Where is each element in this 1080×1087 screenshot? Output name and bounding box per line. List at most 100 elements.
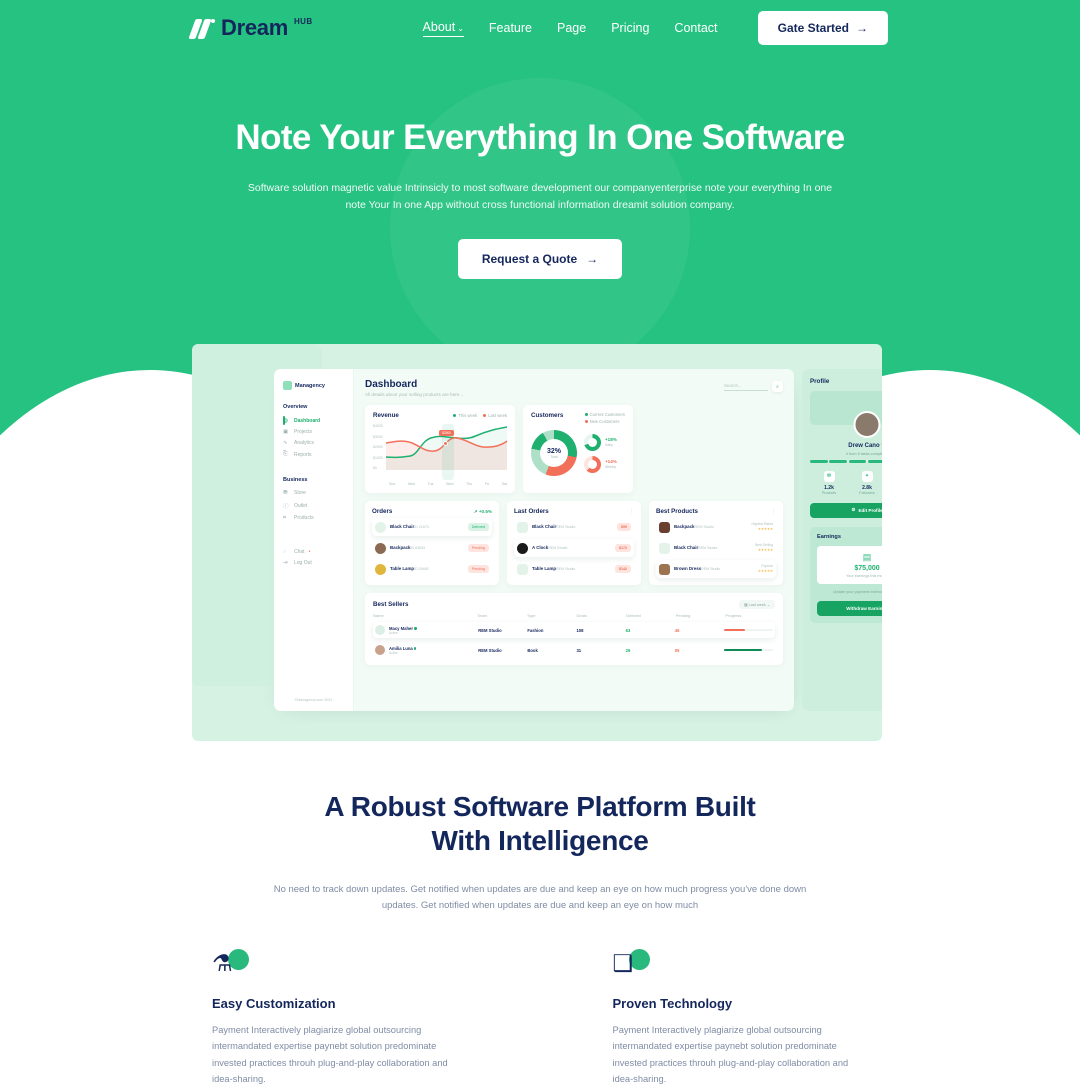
active-dot-icon [413,647,417,650]
sidebar-item-chat[interactable]: ◌ Chat • [283,546,344,557]
col-progress: Progress [725,613,742,618]
managency-logo-icon [283,381,292,390]
feature-card-proven-technology: ❑ Proven Technology Payment Interactivel… [613,949,869,1087]
sidebar-section-overview: Overview [283,404,308,410]
sidebar-item-store[interactable]: ⛃ Store [283,488,344,499]
products-icon: ⌗ [283,514,287,521]
sidebar-label: Dashboard [294,417,321,424]
feature-card-title: Easy Customization [212,996,336,1011]
nav-link-page[interactable]: Page [557,21,586,35]
metrics-row: Revenue This week Last week $4000 $3000 … [365,405,783,493]
col-team: Team [477,613,487,618]
hero-title: Note Your Everything In One Software [235,118,845,157]
chat-icon: ◌ [283,548,287,555]
price-badge: $99 [617,523,631,531]
navbar: Dream HUB About ⌄ Feature Page Pricing Co… [0,0,1080,56]
mini-stat-daily: +18% Daily [584,433,617,451]
sidebar-item-projects[interactable]: ▣ Projects [283,426,344,437]
arrow-right-icon: → [586,251,599,266]
list-item[interactable]: Black ChairREM Studio $99 [514,518,634,536]
donut-value: 32% [546,447,561,455]
list-item[interactable]: BackpackREM Studio Highest Rated ★★★★★ [656,518,776,536]
profile-stats: ⛃ 1.2k Products ✦ 2.8k Followers Ⓟ 55.2k… [810,470,882,495]
sidebar-item-outlet[interactable]: ⓘ Outlet [283,499,344,512]
table-row[interactable]: Macy Maher Active REM Studio Fashion 108… [373,622,775,638]
col-deals: Deals [576,613,587,618]
store-icon: ⛃ [283,490,288,497]
dashboard-showcase: Managency Overview ◎ Dashboard ▣ Project… [192,344,882,741]
search-icon[interactable]: ⌕ [772,381,783,392]
get-started-button[interactable]: Gate Started → [757,11,888,45]
sidebar-label: Store [294,490,306,497]
earnings-amount: $75,000 [854,564,880,572]
list-item[interactable]: Black ChairID 21673 Delivred [372,518,492,536]
avatar [375,542,386,554]
date-filter-dropdown[interactable]: ▦ Last week ⌄ [738,600,775,609]
chart-tooltip: $2900 [439,430,454,436]
revenue-card: Revenue This week Last week $4000 $3000 … [365,405,515,493]
list-item[interactable]: Table LampREM Studio $142 [514,560,634,578]
edit-profile-button[interactable]: ⚙ Edit Profile [810,502,882,518]
table-row[interactable]: Amilia Luna Active REM Studio Book 31 26… [373,642,775,658]
reports-icon: ⎘ [283,451,288,458]
nav-link-feature[interactable]: Feature [489,21,532,35]
best-products-card: Best Products ⋮ BackpackREM Studio Highe… [649,501,783,585]
orders-card: Orders ↗ +0.5% Black ChairID 21673 Deliv… [365,501,499,585]
price-badge: $172 [615,544,631,552]
logo[interactable]: Dream HUB [188,15,313,41]
stat-followers: ✦ 2.8k Followers [848,470,882,495]
logout-icon: ⇥ [283,560,288,567]
profile-tasks: 4 from 6 tasks completed [845,452,882,456]
customization-icon: ⚗ [212,950,233,976]
sidebar-item-analytics[interactable]: ∿ Analytics [283,437,344,448]
y-axis-labels: $4000 $3000 $2000 $1000 $0 [373,424,383,470]
customers-donut-chart: 32% Total [531,430,577,476]
sidebar-item-products[interactable]: ⌗ Products [283,512,344,524]
list-item[interactable]: Brown DressREM Studio Popular ★★★★★ [656,560,776,578]
more-options-icon[interactable]: ⋮ [629,509,634,515]
sidebar-item-dashboard[interactable]: ◎ Dashboard [283,415,344,426]
more-options-icon[interactable]: ⋮ [771,509,776,515]
status-badge: Pending [467,544,489,552]
nav-link-pricing[interactable]: Pricing [611,21,649,35]
sidebar-item-reports[interactable]: ⎘ Reports [283,449,344,461]
product-thumbnail [517,542,528,554]
dashboard-page-title: Dashboard [365,379,418,390]
feature-cards: ⚗ Easy Customization Payment Interactive… [0,949,1080,1087]
sidebar-item-logout[interactable]: ⇥ Log Out [283,558,344,569]
earnings-amount-box: ▤ $75,000 Your earnings this month [817,545,882,584]
dashboard-header: Dashboard All details about your selling… [365,379,783,397]
sidebar-label: Chat [294,548,305,555]
mini-stat-weekly: +14% Weekly [584,455,617,473]
request-quote-button[interactable]: Request a Quote → [457,238,623,279]
nav-link-about[interactable]: About ⌄ [422,20,464,37]
sidebar-section-business: Business [283,476,308,483]
best-sellers-card: Best Sellers ▦ Last week ⌄ Name Team Typ… [365,593,783,665]
task-progress-bar [810,460,882,463]
stat-products: ⛃ 1.2k Products [810,470,848,495]
withdraw-earnings-button[interactable]: Withdraw Earnings [817,601,882,617]
best-sellers-title: Best Sellers [373,601,409,608]
last-orders-title: Last Orders [514,508,549,515]
list-item[interactable]: BackpackID 63653 Pending [372,539,492,557]
col-type: Type [526,613,536,618]
active-dot-icon [414,627,417,630]
search-input[interactable]: Search... [724,383,768,391]
rating-stars: ★★★★★ [757,527,773,531]
sidebar-label: Analytics [294,439,315,446]
list-item[interactable]: A ClockREM Studio $172 [514,539,634,557]
get-started-label: Gate Started [777,21,849,35]
list-item[interactable]: Black ChairREM Studio Best Selling ★★★★★ [656,539,776,557]
list-item[interactable]: Table LampID 29480 Pending [372,560,492,578]
arrow-right-icon: → [856,21,868,35]
profile-title: Profile [810,378,830,385]
customers-legend: Current Customers New Customers [584,412,625,424]
customers-title: Customers [531,412,564,419]
followers-icon: ✦ [861,470,873,482]
table-header: Name Team Type Deals Delivred Pending Pr… [373,613,775,618]
active-indicator [283,416,285,425]
projects-icon: ▣ [283,428,289,435]
sidebar-label: Products [294,515,314,522]
nav-link-contact[interactable]: Contact [674,21,717,35]
feature-card-body: Payment Interactively plagiarize global … [212,1025,448,1084]
